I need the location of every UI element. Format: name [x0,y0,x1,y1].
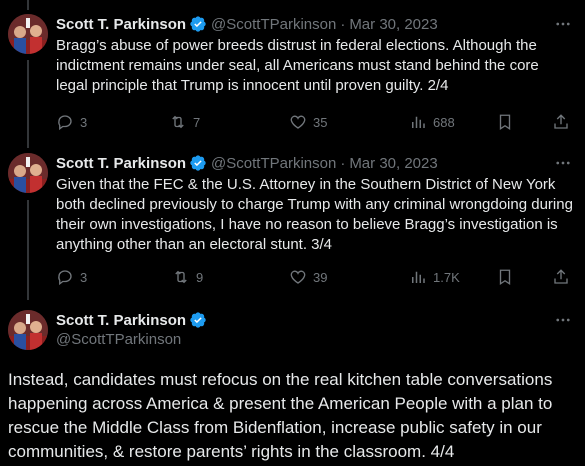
like-count: 39 [313,269,328,285]
author-name[interactable]: Scott T. Parkinson [56,312,186,329]
author-handle[interactable]: @ScottTParkinson [211,16,336,33]
reply-button[interactable]: 3 [56,267,87,287]
tweet-date[interactable]: Mar 30, 2023 [349,16,437,33]
verified-badge-icon [190,155,206,171]
views-icon [412,271,425,283]
views-count: 1.7K [433,269,460,285]
share-icon [554,269,568,284]
author-name[interactable]: Scott T. Parkinson [56,16,186,33]
author-handle[interactable]: @ScottTParkinson [211,155,336,172]
like-button[interactable]: 39 [289,267,327,287]
reply-icon [58,270,72,286]
retweet-button[interactable]: 9 [172,267,203,287]
reply-count: 3 [80,269,88,285]
share-button[interactable] [552,267,570,287]
more-icon[interactable] [553,153,573,173]
focused-tweet[interactable]: Scott T. Parkinson @ScottTParkinson Inst… [0,310,585,466]
tweet-header: Scott T. Parkinson @ScottTParkinson · Ma… [56,153,573,173]
verified-badge-icon [190,312,206,328]
separator: · [340,15,346,33]
avatar[interactable] [8,14,48,54]
reply-count: 3 [80,114,88,130]
avatar[interactable] [8,310,48,350]
thread-line [27,0,29,10]
views-count: 688 [433,114,455,130]
avatar[interactable] [8,153,48,193]
tweet-text: Bragg’s abuse of power breeds distrust i… [56,37,539,94]
author-name[interactable]: Scott T. Parkinson [56,155,186,172]
like-count: 35 [313,114,328,130]
views-icon [412,116,425,128]
bookmark-button[interactable] [496,112,514,132]
bookmark-icon [499,114,511,131]
tweet-header: Scott T. Parkinson @ScottTParkinson · Ma… [56,14,573,34]
views-button[interactable]: 1.7K [409,267,460,287]
share-button[interactable] [552,112,570,132]
heart-icon [290,270,306,284]
reply-button[interactable]: 3 [56,112,87,132]
tweet-text: Instead, candidates must refocus on the … [8,370,553,461]
like-button[interactable]: 35 [289,112,327,132]
retweet-button[interactable]: 7 [169,112,200,132]
tweet-date[interactable]: Mar 30, 2023 [349,155,437,172]
author-handle[interactable]: @ScottTParkinson [56,331,181,348]
tweet[interactable]: Scott T. Parkinson @ScottTParkinson · Ma… [0,14,585,134]
more-icon[interactable] [553,14,573,34]
bookmark-icon [499,269,511,286]
separator: · [340,154,346,172]
tweet-actions: 3 9 39 1.7K [56,267,576,287]
heart-icon [290,115,306,129]
bookmark-button[interactable] [496,267,514,287]
tweet[interactable]: Scott T. Parkinson @ScottTParkinson · Ma… [0,153,585,293]
retweet-icon [175,270,187,284]
tweet-text: Given that the FEC & the U.S. Attorney i… [56,176,573,253]
tweet-header: Scott T. Parkinson [56,310,573,330]
reply-icon [58,115,72,131]
retweet-icon [172,115,184,129]
share-icon [554,114,568,129]
retweet-count: 7 [193,114,201,130]
tweet-actions: 3 7 35 688 [56,112,576,132]
retweet-count: 9 [196,269,204,285]
verified-badge-icon [190,16,206,32]
views-button[interactable]: 688 [409,112,455,132]
more-icon[interactable] [553,310,573,330]
